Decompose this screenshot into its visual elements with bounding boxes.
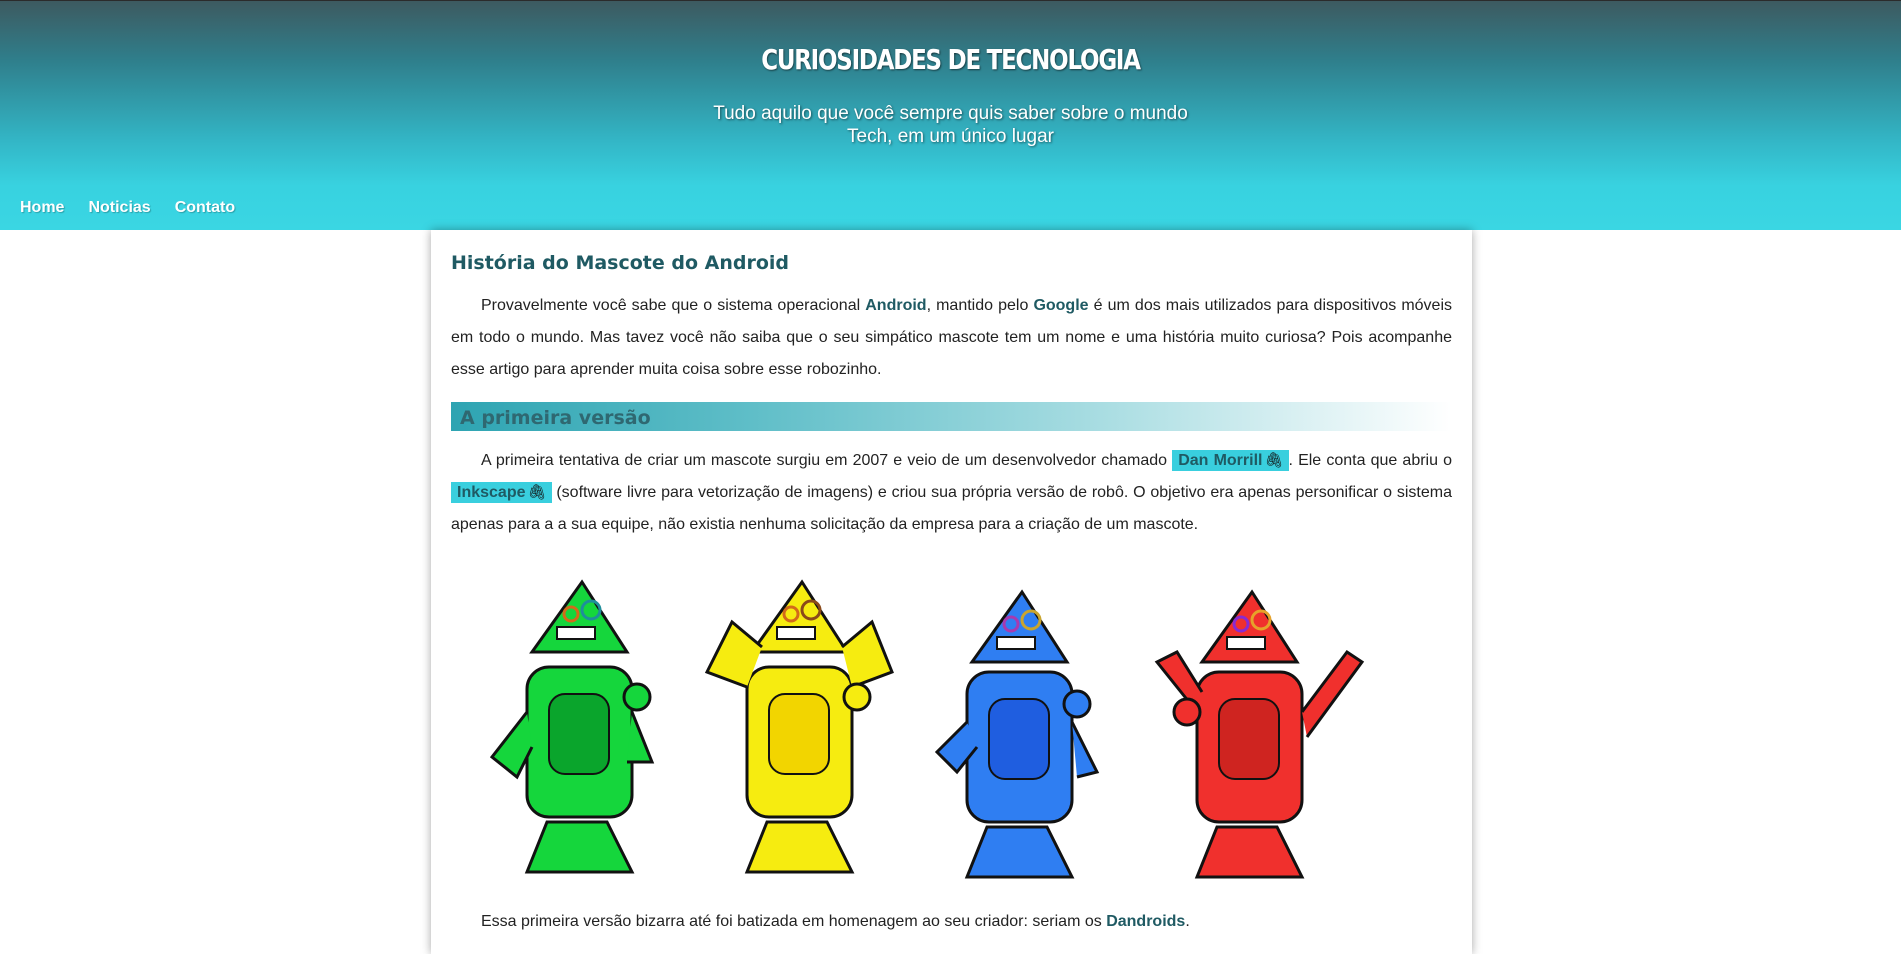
intro-text-1: Provavelmente você sabe que o sistema op… <box>481 297 866 314</box>
paperclip-icon: 🖇 <box>1264 452 1284 469</box>
dandroids-illustration <box>489 579 1365 879</box>
section-text-2: . Ele conta que abriu o <box>1288 452 1453 469</box>
site-title: CURIOSIDADES DE TECNOLOGIA <box>761 43 1141 76</box>
main-nav: Home Noticias Contato <box>20 199 235 217</box>
robot-yellow <box>704 579 894 874</box>
site-header: CURIOSIDADES DE TECNOLOGIA Tudo aquilo q… <box>0 0 1901 230</box>
subtitle-line-1: Tudo aquilo que você sempre quis saber s… <box>713 103 1188 124</box>
android-term: Android <box>865 297 927 314</box>
robot-green <box>489 579 655 874</box>
section-paragraph: A primeira tentativa de criar um mascote… <box>451 445 1452 541</box>
section-text-1: A primeira tentativa de criar um mascote… <box>481 452 1173 469</box>
article: História do Mascote do Android Provavelm… <box>431 230 1472 954</box>
robot-red <box>1154 589 1365 879</box>
inkscape-link[interactable]: Inkscape 🖇 <box>451 482 552 503</box>
intro-text-2: , mantido pelo <box>926 297 1034 314</box>
dan-morrill-link[interactable]: Dan Morrill 🖇 <box>1172 450 1289 471</box>
closing-text-2: . <box>1185 913 1190 930</box>
paperclip-icon: 🖇 <box>527 484 547 501</box>
section-heading-primeira-versao: A primeira versão <box>451 402 1452 431</box>
inkscape-link-label: Inkscape <box>457 484 526 501</box>
section-text-3: (software livre para vetorização de imag… <box>451 484 1452 533</box>
intro-paragraph: Provavelmente você sabe que o sistema op… <box>451 290 1452 386</box>
robot-blue <box>934 589 1100 879</box>
closing-text-1: Essa primeira versão bizarra até foi bat… <box>481 913 1107 930</box>
nav-contato[interactable]: Contato <box>175 199 235 217</box>
article-title: História do Mascote do Android <box>451 252 790 274</box>
closing-paragraph: Essa primeira versão bizarra até foi bat… <box>451 906 1452 938</box>
nav-noticias[interactable]: Noticias <box>88 199 150 217</box>
google-term: Google <box>1033 297 1089 314</box>
nav-home[interactable]: Home <box>20 199 64 217</box>
site-subtitle: Tudo aquilo que você sempre quis saber s… <box>0 102 1901 148</box>
dandroids-term: Dandroids <box>1106 913 1186 930</box>
dan-morrill-link-label: Dan Morrill <box>1178 452 1263 469</box>
subtitle-line-2: Tech, em um único lugar <box>847 126 1054 147</box>
